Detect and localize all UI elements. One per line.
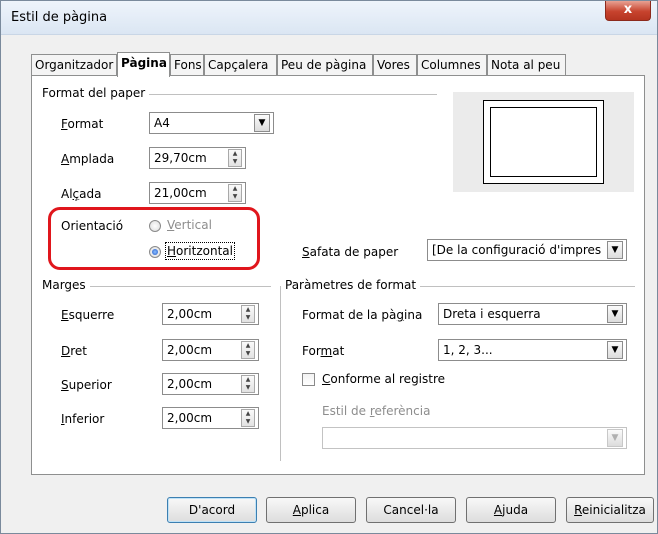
group-separator: [280, 286, 281, 461]
paper-tray-select[interactable]: [De la configuració d'impres: [427, 239, 627, 261]
tab-nota-al-peu[interactable]: Nota al peu: [487, 54, 566, 76]
chevron-down-icon: ▼: [607, 429, 623, 447]
register-true-label[interactable]: Conforme al registre: [322, 372, 445, 386]
register-true-checkbox[interactable]: [302, 373, 315, 386]
paper-group-title: Format del paper: [42, 86, 150, 100]
preview-page: [483, 100, 604, 184]
cancel-button[interactable]: Cancel·la: [366, 497, 456, 523]
ok-button[interactable]: D'acord: [167, 497, 257, 523]
tab-panel-pagina: Format del paper Format A4 ▼ Amplada 29,…: [31, 75, 645, 475]
spin-up-down-icon[interactable]: ▲ ▼: [228, 184, 242, 202]
tab-vores[interactable]: Vores: [373, 54, 417, 76]
chevron-down-icon[interactable]: ▼: [607, 241, 623, 259]
title-bar: Estil de pàgina x: [1, 1, 657, 35]
width-label: Amplada: [61, 152, 115, 166]
page-style-dialog: Estil de pàgina x Organitzador Pàgina Fo…: [0, 0, 658, 534]
chevron-down-icon[interactable]: ▼: [254, 114, 270, 132]
page-layout-label: Format de la pàgina: [302, 308, 423, 322]
margin-top-label: Superior: [61, 378, 112, 392]
apply-button[interactable]: Aplica: [266, 497, 356, 523]
height-label: Alçada: [61, 187, 102, 201]
window-title: Estil de pàgina: [11, 10, 108, 25]
format-label: Format: [61, 117, 104, 131]
tab-columnes[interactable]: Columnes: [417, 54, 487, 76]
close-button[interactable]: x: [605, 1, 651, 21]
margin-right-label: Dret: [61, 344, 88, 358]
spin-up-down-icon[interactable]: ▲ ▼: [241, 375, 255, 393]
spin-up-down-icon[interactable]: ▲ ▼: [241, 305, 255, 323]
margin-bottom-label: Inferior: [61, 412, 105, 426]
numbering-format-label: Format: [302, 344, 345, 358]
layout-group-title: Paràmetres de format: [285, 278, 421, 292]
help-button[interactable]: Ajuda: [466, 497, 556, 523]
spin-up-down-icon[interactable]: ▲ ▼: [241, 341, 255, 359]
tab-organitzador[interactable]: Organitzador: [31, 54, 117, 76]
numbering-format-select[interactable]: 1, 2, 3...: [438, 339, 627, 361]
preview-text-area: [490, 107, 597, 177]
close-icon: x: [623, 2, 633, 17]
paper-tray-label: Safata de paper: [302, 245, 399, 259]
orientation-highlight: [48, 207, 260, 270]
margin-left-label: Esquerre: [61, 308, 115, 322]
spin-up-down-icon[interactable]: ▲ ▼: [228, 149, 242, 167]
reference-style-select: [322, 427, 627, 449]
tab-capcalera[interactable]: Capçalera: [204, 54, 277, 76]
tab-pagina[interactable]: Pàgina: [117, 52, 170, 77]
margins-group-title: Marges: [42, 278, 90, 292]
chevron-down-icon[interactable]: ▼: [607, 305, 623, 323]
spin-up-down-icon[interactable]: ▲ ▼: [241, 409, 255, 427]
reference-style-label: Estil de referència: [322, 404, 431, 418]
reset-button[interactable]: Reinicialitza: [566, 497, 654, 523]
page-preview: [453, 92, 634, 192]
tab-peu-de-pagina[interactable]: Peu de pàgina: [277, 54, 373, 76]
tab-fons[interactable]: Fons: [170, 54, 204, 76]
chevron-down-icon[interactable]: ▼: [607, 341, 623, 359]
page-layout-select[interactable]: Dreta i esquerra: [438, 303, 627, 325]
